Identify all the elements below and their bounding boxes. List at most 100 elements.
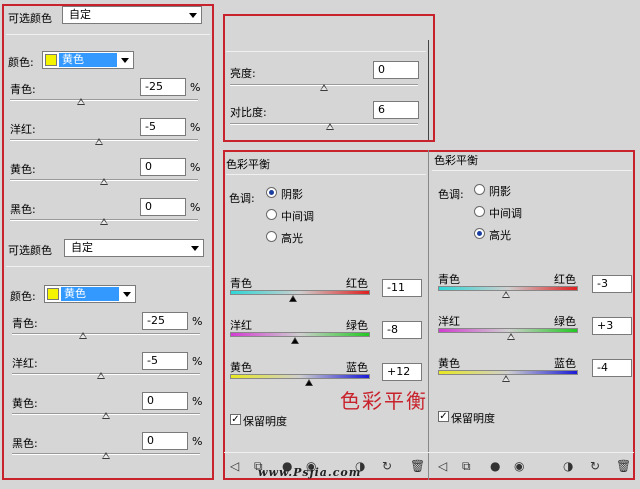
clip-layer-icon[interactable]: ● (490, 460, 500, 472)
balance-slider-thumb[interactable] (502, 375, 510, 382)
back-arrow-icon[interactable]: ◁ (230, 460, 239, 472)
slider-thumb[interactable] (102, 452, 110, 459)
balance-right-label: 蓝色 (346, 361, 368, 374)
slider-thumb[interactable] (95, 138, 104, 145)
preset-dropdown[interactable]: 自定 (62, 6, 202, 24)
balance-value-input[interactable]: -8 (382, 321, 422, 339)
percent-unit: % (190, 201, 201, 214)
tone-label: 色调: (438, 188, 464, 201)
tone-option-label: 中间调 (281, 210, 314, 223)
balance-slider-thumb[interactable] (289, 295, 297, 302)
tone-radio[interactable] (474, 228, 485, 239)
tone-radio[interactable] (474, 184, 485, 195)
balance-slider-thumb[interactable] (305, 379, 313, 386)
preset-dropdown[interactable]: 自定 (64, 239, 204, 257)
tone-option-label: 高光 (489, 229, 511, 242)
slider-label: 青色: (10, 83, 36, 96)
tone-radio[interactable] (266, 231, 277, 242)
tone-radio[interactable] (474, 206, 485, 217)
slider-value-input[interactable]: 0 (140, 158, 186, 176)
balance-slider-thumb[interactable] (507, 333, 515, 340)
slider-track[interactable] (10, 139, 198, 141)
balance-gradient-track[interactable] (230, 374, 370, 379)
preserve-luminosity-checkbox[interactable]: ✓ (230, 414, 241, 425)
brightness-input[interactable]: 0 (373, 61, 419, 79)
tone-radio[interactable] (266, 187, 277, 198)
tone-option-label: 高光 (281, 232, 303, 245)
contrast-input[interactable]: 6 (373, 101, 419, 119)
chevron-down-icon (191, 246, 199, 251)
tone-option-label: 阴影 (281, 188, 303, 201)
slider-thumb[interactable] (100, 178, 108, 185)
selective-color-title: 可选颜色 (8, 244, 52, 257)
slider-value-input[interactable]: 0 (142, 392, 188, 410)
slider-thumb[interactable] (76, 98, 85, 105)
percent-unit: % (190, 161, 201, 174)
slider-track[interactable] (12, 373, 200, 375)
previous-state-icon[interactable]: ◑ (563, 460, 573, 472)
divider (6, 34, 210, 35)
balance-gradient-track[interactable] (230, 332, 370, 337)
back-arrow-icon[interactable]: ◁ (438, 460, 447, 472)
slider-value-input[interactable]: -5 (142, 352, 188, 370)
slider-label: 青色: (12, 317, 38, 330)
trash-icon[interactable]: 🗑 (410, 460, 425, 472)
slider-thumb[interactable] (78, 332, 87, 339)
preserve-luminosity-label: 保留明度 (243, 415, 287, 428)
balance-value-input[interactable]: -4 (592, 359, 632, 377)
chevron-down-icon (121, 58, 129, 63)
panel-edge (428, 40, 429, 140)
color-dropdown[interactable]: 黄色 (44, 285, 136, 303)
slider-value-input[interactable]: -25 (142, 312, 188, 330)
tone-radio[interactable] (266, 209, 277, 220)
preset-value: 自定 (71, 241, 93, 254)
balance-value-input[interactable]: -11 (382, 279, 422, 297)
slider-track[interactable] (12, 333, 200, 335)
slider-value-input[interactable]: -25 (140, 78, 186, 96)
balance-value-input[interactable]: -3 (592, 275, 632, 293)
percent-unit: % (192, 355, 203, 368)
balance-right-label: 绿色 (346, 319, 368, 332)
contrast-slider-track[interactable] (230, 123, 418, 125)
balance-left-label: 洋红 (230, 319, 252, 332)
balance-gradient-track[interactable] (230, 290, 370, 295)
slider-value-input[interactable]: 0 (142, 432, 188, 450)
brightness-slider-thumb[interactable] (320, 84, 328, 91)
balance-value-input[interactable]: +12 (382, 363, 422, 381)
reset-icon[interactable]: ↻ (590, 460, 600, 472)
visibility-eye-icon[interactable]: ◉ (514, 460, 524, 472)
slider-thumb[interactable] (102, 412, 110, 419)
divider (224, 452, 634, 453)
preserve-luminosity-checkbox[interactable]: ✓ (438, 411, 449, 422)
slider-thumb[interactable] (97, 372, 106, 379)
balance-left-label: 青色 (438, 273, 460, 286)
balance-slider-thumb[interactable] (502, 291, 510, 298)
reset-icon[interactable]: ↻ (382, 460, 392, 472)
slider-value-input[interactable]: -5 (140, 118, 186, 136)
preserve-luminosity-label: 保留明度 (451, 412, 495, 425)
slider-label: 黄色: (12, 397, 38, 410)
expand-view-icon[interactable]: ⧉ (462, 460, 471, 472)
slider-track[interactable] (10, 99, 198, 101)
balance-right-label: 红色 (346, 277, 368, 290)
divider (226, 51, 426, 52)
slider-label: 黑色: (12, 437, 38, 450)
slider-value-input[interactable]: 0 (140, 198, 186, 216)
trash-icon[interactable]: 🗑 (616, 460, 631, 472)
divider (432, 170, 632, 171)
balance-value-input[interactable]: +3 (592, 317, 632, 335)
balance-left-label: 黄色 (438, 357, 460, 370)
balance-slider-thumb[interactable] (291, 337, 299, 344)
yellow-swatch-icon (45, 54, 57, 66)
color-dropdown[interactable]: 黄色 (42, 51, 134, 69)
percent-unit: % (192, 395, 203, 408)
slider-thumb[interactable] (100, 218, 108, 225)
yellow-swatch-icon (47, 288, 59, 300)
brightness-label: 亮度: (230, 67, 256, 80)
contrast-slider-thumb[interactable] (326, 123, 334, 130)
watermark: www.Psjia.com (258, 466, 362, 479)
color-balance-caption: 色彩平衡 (340, 389, 428, 413)
balance-left-label: 青色 (230, 277, 252, 290)
tone-option-label: 中间调 (489, 207, 522, 220)
contrast-label: 对比度: (230, 106, 267, 119)
